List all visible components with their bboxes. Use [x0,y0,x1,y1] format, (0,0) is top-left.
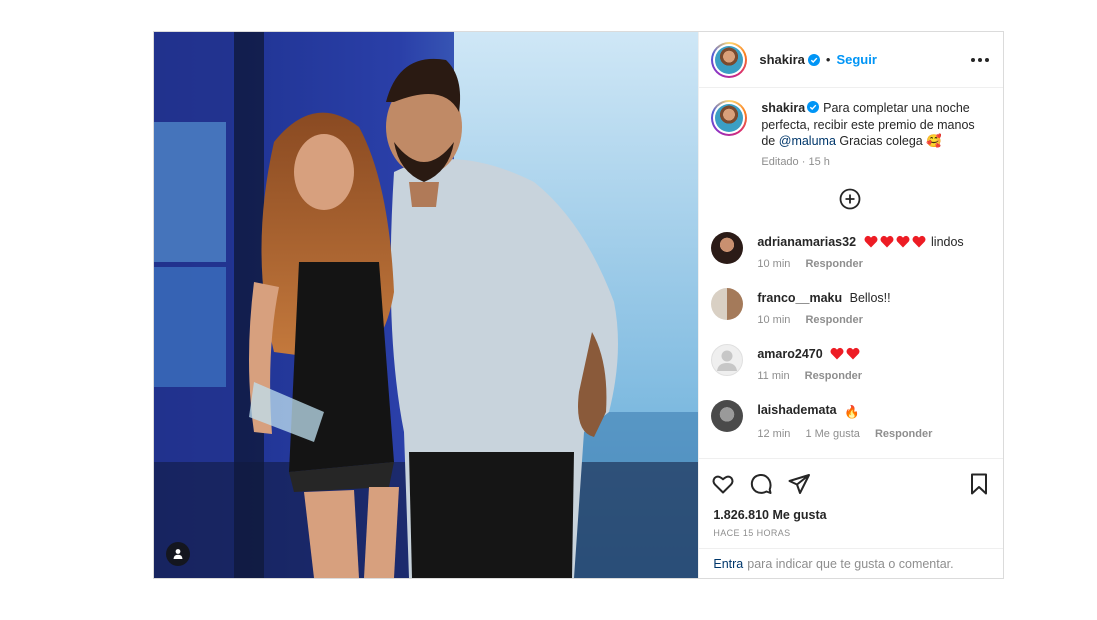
action-bar [699,458,1003,508]
instagram-post: shakira • Seguir shakira Para completar u… [153,31,1004,579]
reply-button[interactable]: Responder [805,370,862,382]
caption-meta: Editado · 15 h [761,156,987,168]
comments-section[interactable]: shakira Para completar una noche perfecta… [699,88,1003,458]
post-image [154,32,699,578]
edited-label: Editado [761,155,799,168]
comment-avatar[interactable] [711,343,744,376]
comment-text: Bellos!! [849,290,891,305]
fire-emoji: 🔥 [844,404,860,419]
comment-likes[interactable]: 1 Me gusta [805,428,859,440]
share-icon[interactable] [787,472,811,496]
comment-username[interactable]: franco__maku [757,291,842,305]
default-avatar-icon [717,350,738,371]
comment-time: 11 min [757,369,790,382]
tagged-users-button[interactable] [166,542,190,566]
load-more-comments[interactable] [711,188,989,210]
caption-mention-link[interactable]: @maluma [779,134,836,148]
likes-section: 1.826.810 Me gusta HACE 15 HORAS [699,508,1003,548]
verified-badge-icon [807,53,820,66]
caption-closing: Gracias colega [835,134,923,148]
caption-time: 15 h [808,155,830,168]
red-heart-icon [830,347,844,359]
caption-username[interactable]: shakira [761,101,805,115]
comment-text: lindos [931,234,964,249]
login-prompt-text: para indicar que te gusta o comentar. [747,556,954,571]
author-avatar[interactable] [711,41,748,78]
post-timestamp: HACE 15 HORAS [713,528,791,538]
login-link[interactable]: Entra [713,557,743,571]
post-header: shakira • Seguir [699,32,1003,88]
comment-item: amaro2470 11 min Responder [711,343,989,384]
comment-username[interactable]: laishademata [757,403,836,417]
likes-count[interactable]: 1.826.810 Me gusta [713,508,989,522]
comment-avatar[interactable] [711,231,744,264]
comment-hearts [864,235,931,249]
comment-time: 12 min [757,427,791,440]
comment-hearts [830,347,862,361]
reply-button[interactable]: Responder [805,258,862,270]
verified-badge-icon [807,101,820,113]
red-heart-icon [896,235,910,247]
meta-separator: · [801,155,806,168]
red-heart-icon [864,235,878,247]
red-heart-icon [912,235,926,247]
comment-username[interactable]: amaro2470 [757,347,822,361]
caption-emoji: 🥰 [926,134,942,148]
comment-item: adrianamarias32 lindos 10 min Responder [711,231,989,272]
follow-button[interactable]: Seguir [836,52,876,67]
comment-username[interactable]: adrianamarias32 [757,235,856,249]
post-caption: shakira Para completar una noche perfecta… [711,100,989,168]
comment-time: 10 min [757,313,791,326]
comment-avatar[interactable] [711,287,744,320]
author-username[interactable]: shakira [759,52,805,67]
post-photo[interactable] [154,32,699,578]
header-separator: • [825,52,831,67]
comment-item: laishademata 🔥 12 min 1 Me gusta Respond… [711,399,989,442]
more-options-icon[interactable] [971,50,989,70]
red-heart-icon [846,347,860,359]
reply-button[interactable]: Responder [805,314,862,326]
plus-circle-icon[interactable] [839,188,861,210]
caption-avatar[interactable] [711,100,748,136]
post-side-panel: shakira • Seguir shakira Para completar u… [698,32,1003,578]
login-prompt: Entra para indicar que te gusta o coment… [699,548,1003,578]
comment-icon[interactable] [749,472,773,496]
comment-time: 10 min [757,257,791,270]
heart-icon[interactable] [711,472,735,496]
caption-text: shakira Para completar una noche perfecta… [761,100,987,150]
comment-item: franco__maku Bellos!! 10 min Responder [711,287,989,328]
bookmark-icon[interactable] [967,472,991,496]
red-heart-icon [880,235,894,247]
comment-avatar[interactable] [711,399,744,432]
reply-button[interactable]: Responder [875,428,932,440]
user-tag-icon [173,549,183,559]
